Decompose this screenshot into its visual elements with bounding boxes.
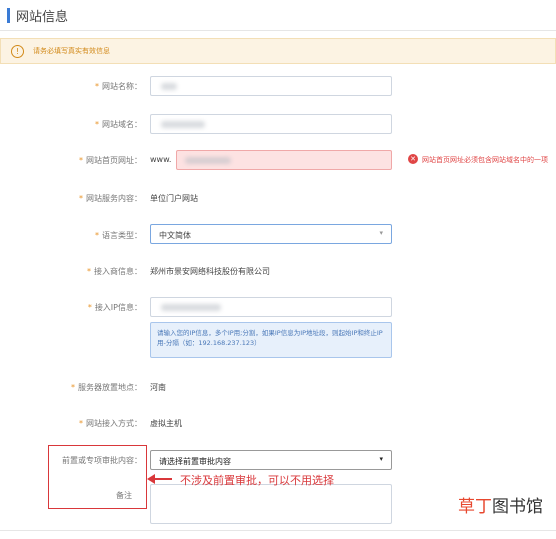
ip-hint: 请输入您的IP信息，多个IP用;分割，如果IP信息为IP地址段，则起始IP和终止… [150, 322, 392, 358]
service-label: * 网站服务内容： [79, 194, 142, 203]
access-label: * 网站接入方式： [79, 419, 142, 428]
approval-selected: 请选择前置审批内容 [159, 457, 231, 466]
location-value: 河南 [150, 383, 166, 392]
header-divider [0, 30, 556, 31]
site-name-input[interactable] [150, 76, 392, 96]
home-url-label: * 网站首页网址： [79, 156, 142, 165]
language-select[interactable]: 中文简体 ▾ [150, 224, 392, 244]
access-value: 虚拟主机 [150, 419, 182, 428]
language-label: * 语言类型： [95, 231, 142, 240]
annotation-text: 不涉及前置审批，可以不用选择 [180, 474, 334, 487]
ip-label: * 接入IP信息： [87, 303, 142, 312]
service-value: 单位门户网站 [150, 194, 198, 203]
page-title: 网站信息 [16, 10, 69, 25]
annotation-box [48, 445, 147, 509]
site-name-label: * 网站名称： [95, 82, 142, 91]
error-icon: ✕ [408, 154, 418, 164]
chevron-down-icon: ▾ [379, 229, 383, 237]
isp-label: * 接入商信息： [87, 267, 142, 276]
language-selected: 中文简体 [159, 231, 191, 240]
remark-textarea[interactable] [150, 484, 392, 524]
header-accent-bar [7, 8, 10, 23]
approval-select[interactable]: 请选择前置审批内容 ▾ [150, 450, 392, 470]
chevron-down-icon: ▾ [379, 455, 383, 463]
location-label: * 服务器放置地点： [71, 383, 142, 392]
arrow-left-icon [147, 474, 155, 484]
site-domain-input[interactable] [150, 114, 392, 134]
isp-value: 郑州市景安网络科技股份有限公司 [150, 267, 270, 276]
home-url-input[interactable] [176, 150, 392, 170]
home-url-prefix: www. [150, 155, 172, 164]
notice-banner: ! 请务必填写真实有效信息 [0, 38, 556, 64]
home-url-error: 网站首页网址必须包含网站域名中的一项 [422, 156, 548, 164]
site-domain-label: * 网站域名： [95, 120, 142, 129]
watermark: 草丁图书馆 [458, 497, 543, 517]
ip-input[interactable] [150, 297, 392, 317]
notice-text: 请务必填写真实有效信息 [33, 47, 110, 55]
info-icon: ! [11, 45, 24, 58]
bottom-divider [0, 530, 556, 531]
